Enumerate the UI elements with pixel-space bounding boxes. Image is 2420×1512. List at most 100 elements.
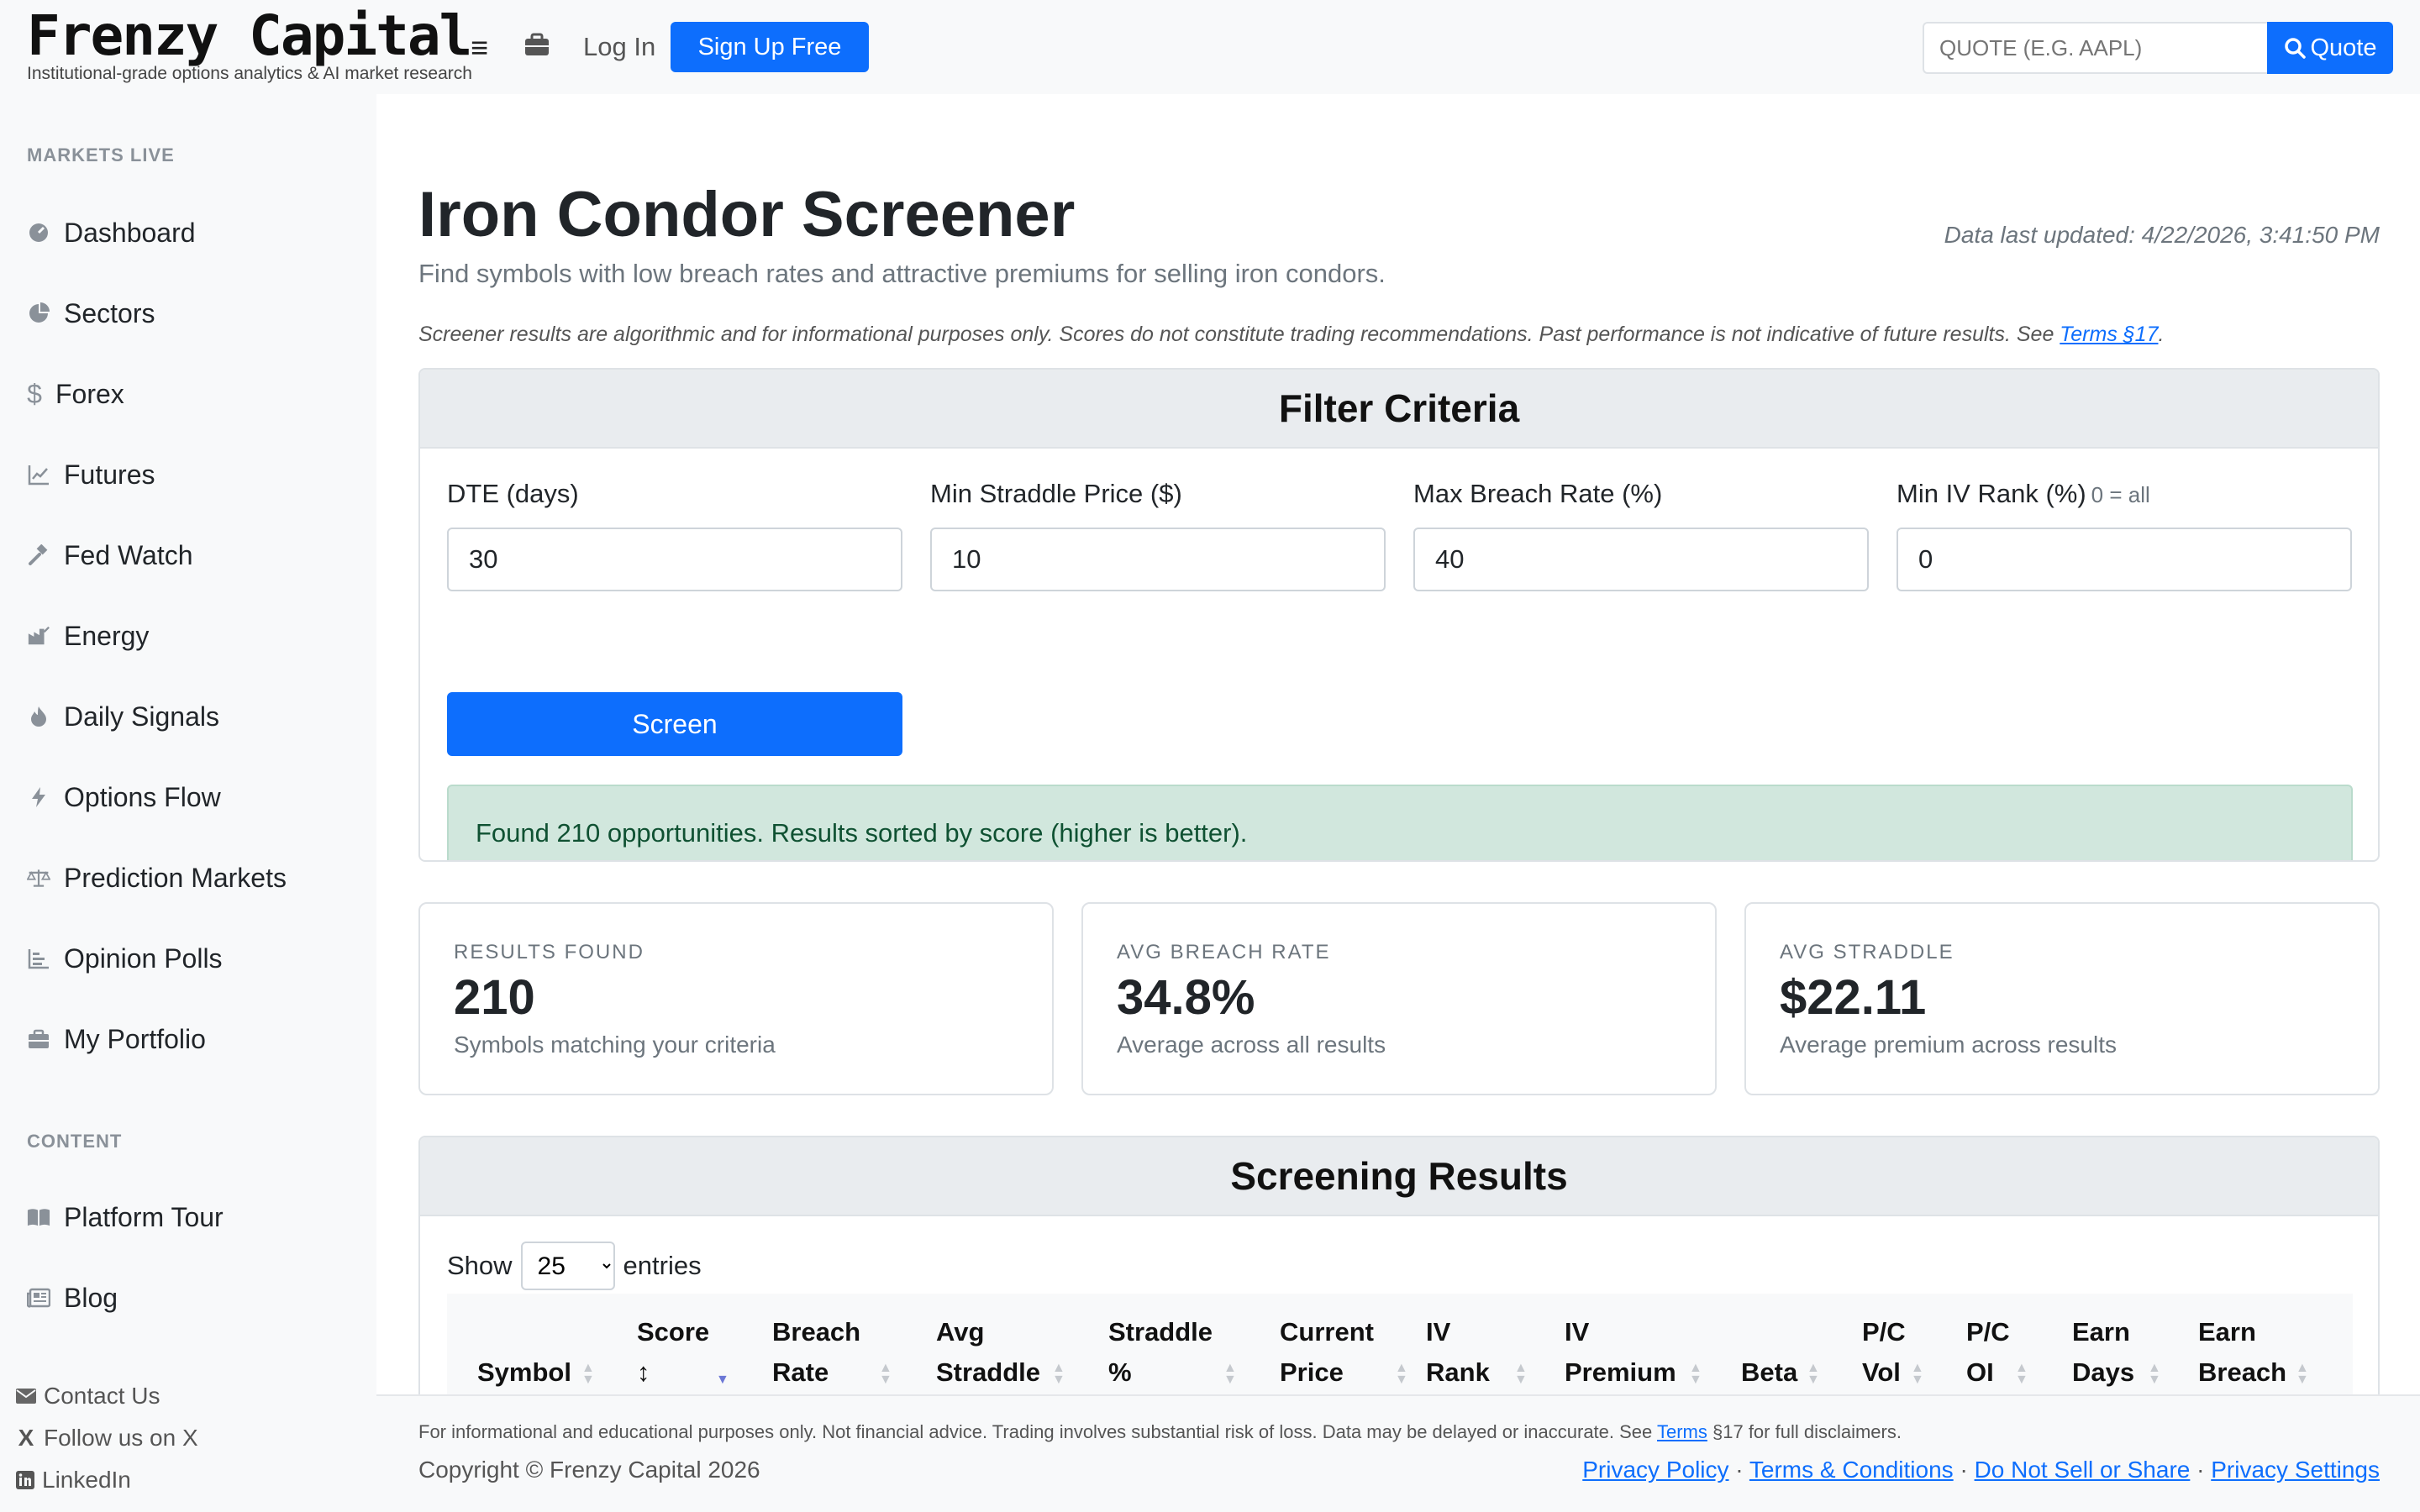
- sidebar-item-futures[interactable]: Futures: [27, 454, 155, 496]
- sidebar-item-label: Energy: [64, 620, 150, 651]
- sidebar-item-dashboard[interactable]: Dashboard: [27, 212, 196, 254]
- results-table-header: Symbol ▲ ▼ Score ↕ ▼ Breach Rate ▲ ▼ Avg Stra…: [447, 1294, 2353, 1403]
- privacy-policy-link[interactable]: Privacy Policy: [1582, 1457, 1728, 1483]
- sidebar-item-label: Futures: [64, 459, 155, 490]
- min-iv-rank-label: Min IV Rank (%) 0 = all: [1897, 479, 2150, 509]
- sidebar-item-label: Prediction Markets: [64, 862, 287, 893]
- menu-toggle-icon[interactable]: ≡: [471, 30, 488, 66]
- footer-disclaimer: For informational and educational purpos…: [418, 1421, 1902, 1443]
- show-label: Show: [447, 1251, 513, 1280]
- gavel-icon: [27, 543, 50, 567]
- sort-arrows-icon: ▲ ▼: [1395, 1361, 1408, 1387]
- col-line1: IV: [1565, 1317, 1590, 1347]
- signup-button[interactable]: Sign Up Free: [671, 22, 869, 72]
- briefcase-icon[interactable]: [523, 30, 551, 59]
- stat-card-avg-breach-rate: AVG BREACH RATE 34.8% Average across all…: [1081, 902, 1717, 1095]
- follow-x-link[interactable]: X Follow us on X: [15, 1421, 198, 1455]
- sidebar-section-markets: MARKETS LIVE: [27, 144, 175, 165]
- sidebar-item-label: Sectors: [64, 297, 155, 328]
- entries-label: entries: [623, 1251, 702, 1280]
- col-line2: Straddle: [936, 1357, 1041, 1387]
- sidebar-item-blog[interactable]: Blog: [27, 1277, 118, 1319]
- brand-logo[interactable]: Frenzy Capital: [27, 3, 472, 68]
- sort-arrows-icon: ▲ ▼: [2015, 1361, 2028, 1387]
- col-line2: %: [1108, 1357, 1132, 1387]
- min-straddle-input[interactable]: [930, 528, 1386, 591]
- col-pc-vol[interactable]: P/C Vol: [1862, 1312, 1906, 1393]
- sort-arrows-icon: ▲ ▼: [1807, 1361, 1820, 1387]
- col-line2: OI: [1966, 1357, 1994, 1387]
- col-line1: IV: [1426, 1317, 1451, 1347]
- sidebar-item-fed-watch[interactable]: Fed Watch: [27, 534, 193, 576]
- entries-length-control: Show 25 entries: [447, 1242, 702, 1290]
- col-beta[interactable]: Beta: [1741, 1352, 1797, 1393]
- screen-button[interactable]: Screen: [447, 692, 902, 756]
- entries-select[interactable]: 25: [520, 1242, 615, 1290]
- results-alert: Found 210 opportunities. Results sorted …: [447, 785, 2353, 860]
- col-straddle-pct[interactable]: Straddle%: [1108, 1312, 1213, 1393]
- sort-arrows-icon: ▲ ▼: [1052, 1361, 1065, 1387]
- privacy-settings-link[interactable]: Privacy Settings: [2211, 1457, 2380, 1483]
- col-earn-breach[interactable]: Earn Breach: [2198, 1312, 2286, 1393]
- terms-link[interactable]: Terms §17: [2060, 323, 2158, 346]
- data-updated-timestamp: Data last updated: 4/22/2026, 3:41:50 PM: [1944, 222, 2380, 248]
- sidebar-item-forex[interactable]: $ Forex: [27, 373, 124, 415]
- sidebar-item-platform-tour[interactable]: Platform Tour: [27, 1196, 224, 1238]
- max-breach-input[interactable]: [1413, 528, 1869, 591]
- stat-label: RESULTS FOUND: [454, 941, 644, 963]
- sidebar-item-opinion-polls[interactable]: Opinion Polls: [27, 937, 223, 979]
- min-straddle-label: Min Straddle Price ($): [930, 479, 1182, 508]
- sidebar-item-label: Blog: [64, 1282, 118, 1313]
- terms-conditions-link[interactable]: Terms & Conditions: [1749, 1457, 1954, 1483]
- col-iv-premium[interactable]: IV Premium: [1565, 1312, 1676, 1393]
- col-avg-straddle[interactable]: Avg Straddle: [936, 1312, 1040, 1393]
- dte-label: DTE (days): [447, 479, 579, 508]
- page-subtitle: Find symbols with low breach rates and a…: [418, 259, 1386, 288]
- envelope-icon: [15, 1387, 37, 1405]
- screener-disclaimer: Screener results are algorithmic and for…: [418, 323, 2164, 347]
- scale-icon: [27, 866, 50, 890]
- linkedin-link[interactable]: LinkedIn: [15, 1463, 131, 1497]
- col-iv-rank[interactable]: IV Rank: [1426, 1312, 1490, 1393]
- sidebar-item-options-flow[interactable]: Options Flow: [27, 776, 221, 818]
- sort-arrows-icon: ▲ ▼: [2148, 1361, 2161, 1387]
- col-line1: Avg: [936, 1317, 985, 1347]
- footer-links: Privacy Policy · Terms & Conditions · Do…: [1582, 1457, 2380, 1483]
- stat-value: 210: [454, 970, 535, 1025]
- min-iv-rank-input[interactable]: [1897, 528, 2352, 591]
- do-not-sell-link[interactable]: Do Not Sell or Share: [1975, 1457, 2191, 1483]
- sidebar-item-energy[interactable]: Energy: [27, 615, 149, 657]
- col-line1: Score: [637, 1317, 710, 1347]
- sidebar-item-daily-signals[interactable]: Daily Signals: [27, 696, 219, 738]
- login-link[interactable]: Log In: [583, 32, 655, 62]
- sidebar-item-label: Opinion Polls: [64, 942, 223, 974]
- sidebar-item-prediction-markets[interactable]: Prediction Markets: [27, 857, 287, 899]
- col-symbol[interactable]: Symbol: [477, 1352, 571, 1393]
- dte-input[interactable]: [447, 528, 902, 591]
- quote-button[interactable]: Quote: [2267, 22, 2393, 74]
- sidebar-item-my-portfolio[interactable]: My Portfolio: [27, 1018, 206, 1060]
- col-line1: P/C: [1862, 1317, 1906, 1347]
- footer-separator: ·: [2190, 1457, 2212, 1483]
- sort-arrows-icon: ▲ ▼: [1223, 1361, 1237, 1387]
- col-line2: Rank: [1426, 1357, 1490, 1387]
- col-pc-oi[interactable]: P/C OI: [1966, 1312, 2010, 1393]
- dashboard-icon: [27, 221, 50, 244]
- col-score[interactable]: Score ↕: [637, 1312, 709, 1393]
- footer-separator: ·: [1953, 1457, 1975, 1483]
- stat-value: 34.8%: [1117, 970, 1255, 1025]
- footer-terms-link[interactable]: Terms: [1657, 1421, 1707, 1442]
- stat-value: $22.11: [1780, 970, 1927, 1025]
- bolt-icon: [27, 785, 50, 809]
- contact-us-link[interactable]: Contact Us: [15, 1379, 160, 1413]
- industry-icon: [27, 624, 50, 648]
- col-line1: Earn: [2072, 1317, 2130, 1347]
- col-earn-days[interactable]: Earn Days: [2072, 1312, 2134, 1393]
- brand-tagline: Institutional-grade options analytics & …: [27, 64, 472, 83]
- col-breach-rate[interactable]: Breach Rate: [772, 1312, 860, 1393]
- quote-button-label: Quote: [2310, 34, 2377, 61]
- sidebar-item-sectors[interactable]: Sectors: [27, 292, 155, 334]
- quote-search-input[interactable]: [1923, 22, 2267, 74]
- col-line2: Days: [2072, 1357, 2135, 1387]
- col-current-price[interactable]: Current Price: [1280, 1312, 1374, 1393]
